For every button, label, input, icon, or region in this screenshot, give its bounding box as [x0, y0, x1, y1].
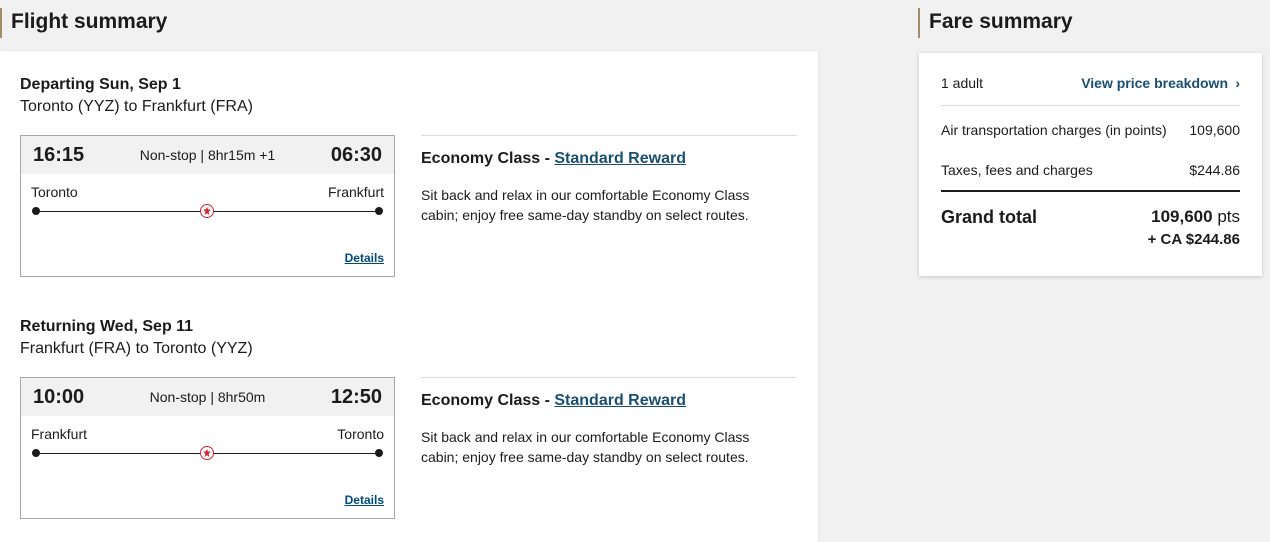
passenger-row: 1 adult View price breakdown › — [941, 74, 1240, 92]
taxes-value: $244.86 — [1189, 162, 1240, 178]
taxes-row: Taxes, fees and charges $244.86 — [941, 161, 1240, 179]
grand-total-cash: + CA $244.86 — [1147, 231, 1240, 248]
passenger-count: 1 adult — [941, 75, 984, 91]
details-link[interactable]: Details — [345, 493, 384, 507]
arrival-time: 06:30 — [330, 144, 382, 166]
cabin-description: Sit back and relax in our comfortable Ec… — [421, 187, 750, 223]
grand-total-points-value: 109,600 — [1151, 207, 1213, 226]
divider — [941, 105, 1240, 106]
air-charges-value: 109,600 — [1189, 122, 1240, 138]
fare-type-link[interactable]: Standard Reward — [554, 150, 686, 167]
route-line — [32, 204, 383, 218]
view-price-breakdown-link[interactable]: View price breakdown — [1081, 74, 1228, 92]
flight-times-bar: 16:15 Non-stop | 8hr15m +1 06:30 — [21, 136, 394, 174]
flight-summary-panel: Departing Sun, Sep 1 Toronto (YYZ) to Fr… — [0, 51, 818, 542]
cabin-title: Economy Class - Standard Reward — [421, 148, 797, 170]
grand-total-label: Grand total — [941, 207, 1038, 227]
flight-card: 10:00 Non-stop | 8hr50m 12:50 Frankfurt … — [20, 377, 395, 519]
maple-leaf-icon — [200, 204, 214, 218]
grand-total-points: 109,600 pts — [1151, 206, 1240, 228]
fare-summary-card: 1 adult View price breakdown › Air trans… — [919, 53, 1262, 276]
taxes-label: Taxes, fees and charges — [941, 162, 1093, 178]
bound-route: Frankfurt (FRA) to Toronto (YYZ) — [20, 340, 253, 357]
origin-city: Toronto — [31, 184, 78, 200]
outbound-flight: Departing Sun, Sep 1 Toronto (YYZ) to Fr… — [20, 74, 800, 277]
flight-summary-heading: Flight summary — [0, 8, 167, 38]
bound-title: Departing Sun, Sep 1 — [20, 76, 181, 93]
destination-dot — [375, 207, 383, 215]
origin-dot — [32, 207, 40, 215]
cabin-info: Economy Class - Standard Reward Sit back… — [421, 135, 797, 225]
bound-route: Toronto (YYZ) to Frankfurt (FRA) — [20, 98, 253, 115]
page: Flight summary Fare summary Departing Su… — [0, 0, 1270, 542]
bound-title: Returning Wed, Sep 11 — [20, 318, 194, 335]
return-flight: Returning Wed, Sep 11 Frankfurt (FRA) to… — [20, 316, 800, 519]
chevron-right-icon[interactable]: › — [1235, 74, 1240, 92]
destination-city: Frankfurt — [327, 184, 384, 200]
air-charges-row: Air transportation charges (in points) 1… — [941, 121, 1240, 139]
grand-total-points-unit: pts — [1212, 207, 1240, 226]
total-divider — [941, 190, 1240, 192]
details-link[interactable]: Details — [345, 251, 384, 265]
cabin-title: Economy Class - Standard Reward — [421, 390, 797, 412]
cabin-class: Economy Class - — [421, 392, 555, 409]
route-line — [32, 446, 383, 460]
cabin-description: Sit back and relax in our comfortable Ec… — [421, 429, 750, 465]
arrival-time: 12:50 — [330, 386, 382, 408]
flight-times-bar: 10:00 Non-stop | 8hr50m 12:50 — [21, 378, 394, 416]
origin-city: Frankfurt — [31, 426, 88, 442]
destination-dot — [375, 449, 383, 457]
destination-city: Toronto — [337, 426, 384, 442]
cabin-info: Economy Class - Standard Reward Sit back… — [421, 377, 797, 467]
fare-summary-heading: Fare summary — [918, 8, 1073, 38]
maple-leaf-icon — [200, 446, 214, 460]
fare-type-link[interactable]: Standard Reward — [554, 392, 686, 409]
origin-dot — [32, 449, 40, 457]
flight-card: 16:15 Non-stop | 8hr15m +1 06:30 Toronto… — [20, 135, 395, 277]
air-charges-label: Air transportation charges (in points) — [941, 122, 1167, 138]
cabin-class: Economy Class - — [421, 150, 555, 167]
